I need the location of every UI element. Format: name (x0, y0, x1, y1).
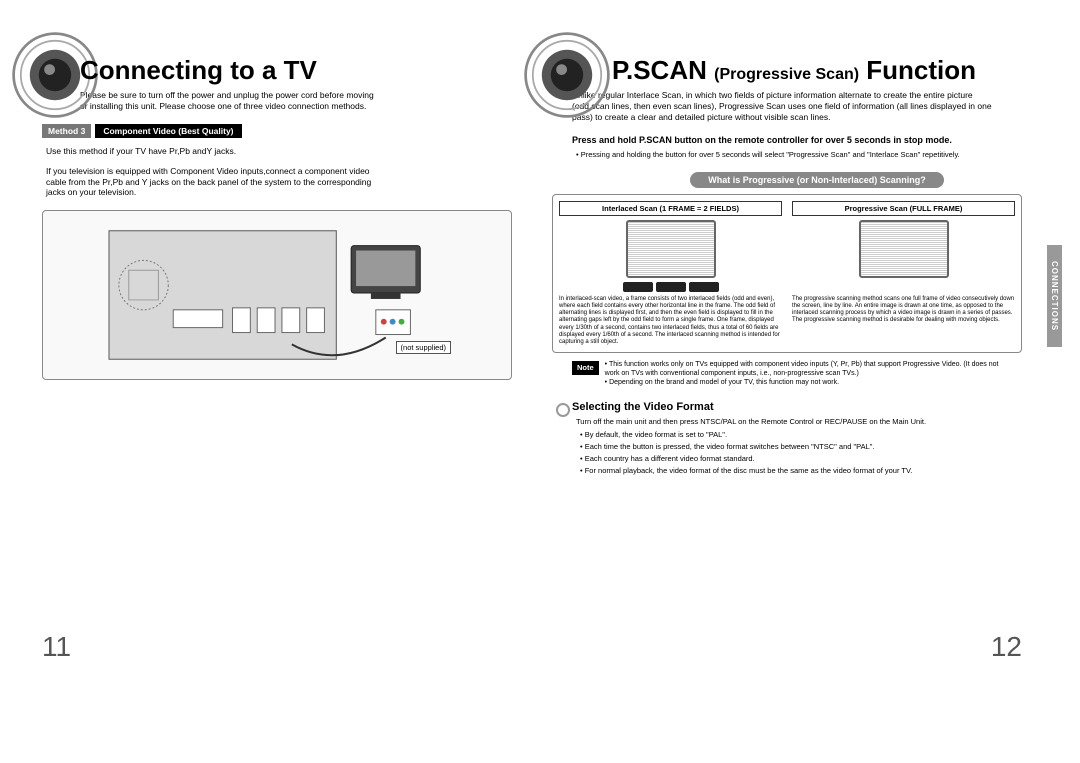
interlaced-header: Interlaced Scan (1 FRAME = 2 FIELDS) (559, 201, 782, 216)
page-right: P.SCAN (Progressive Scan) Function Unlik… (532, 90, 1080, 763)
scan-comparison-box: Interlaced Scan (1 FRAME = 2 FIELDS) In … (552, 194, 1022, 353)
page-left: Connecting to a TV Please be sure to tur… (0, 90, 532, 763)
format-bullet-2: Each time the button is pressed, the vid… (580, 441, 1020, 453)
format-bullets: By default, the video format is set to "… (580, 429, 1020, 477)
title-main: P.SCAN (612, 55, 714, 85)
speaker-icon (522, 30, 612, 120)
format-bullet-3: Each country has a different video forma… (580, 453, 1020, 465)
progressive-column: Progressive Scan (FULL FRAME) The progre… (792, 201, 1015, 346)
note-row: Note This function works only on TVs equ… (572, 361, 1022, 387)
video-format-heading: Selecting the Video Format (572, 401, 1022, 413)
method-row: Method 3 Component Video (Best Quality) (42, 124, 512, 138)
note-1: This function works only on TVs equipped… (605, 361, 1005, 379)
page-number-left: 11 (42, 631, 71, 663)
page-title-left: Connecting to a TV (80, 55, 317, 86)
note-text: This function works only on TVs equipped… (605, 361, 1005, 387)
field-boxes (623, 282, 719, 292)
interlaced-screen-icon (626, 220, 716, 278)
scanning-badge: What is Progressive (or Non-Interlaced) … (690, 172, 944, 188)
not-supplied-label: (not supplied) (396, 341, 451, 354)
intro-left: Please be sure to turn off the power and… (80, 90, 380, 112)
progressive-text: The progressive scanning method scans on… (792, 296, 1015, 325)
method-label: Component Video (Best Quality) (95, 124, 241, 138)
pscan-instruction: Press and hold P.SCAN button on the remo… (572, 135, 1002, 146)
note-2: Depending on the brand and model of your… (605, 379, 1005, 388)
title-end: Function (859, 55, 976, 85)
format-bullet-4: For normal playback, the video format of… (580, 465, 1020, 477)
pscan-instruction-bullet: Pressing and holding the button for over… (576, 150, 996, 159)
connection-diagram: (not supplied) (42, 210, 512, 380)
side-tab-connections: CONNECTIONS (1047, 245, 1062, 347)
format-bullet-1: By default, the video format is set to "… (580, 429, 1020, 441)
method-badge: Method 3 (42, 124, 91, 138)
title-sub: (Progressive Scan) (714, 66, 859, 83)
progressive-header: Progressive Scan (FULL FRAME) (792, 201, 1015, 216)
progressive-screen-icon (859, 220, 949, 278)
format-intro: Turn off the main unit and then press NT… (576, 417, 1016, 426)
method-detail: If you television is equipped with Compo… (46, 166, 386, 198)
note-badge: Note (572, 361, 599, 375)
page-title-right: P.SCAN (Progressive Scan) Function (612, 55, 976, 86)
intro-right: Unlike regular Interlace Scan, in which … (572, 90, 992, 123)
method-desc: Use this method if your TV have Pr,Pb an… (46, 146, 512, 156)
interlaced-column: Interlaced Scan (1 FRAME = 2 FIELDS) In … (559, 201, 782, 346)
page-number-right: 12 (991, 631, 1022, 663)
interlaced-text: In interlaced-scan video, a frame consis… (559, 296, 782, 346)
